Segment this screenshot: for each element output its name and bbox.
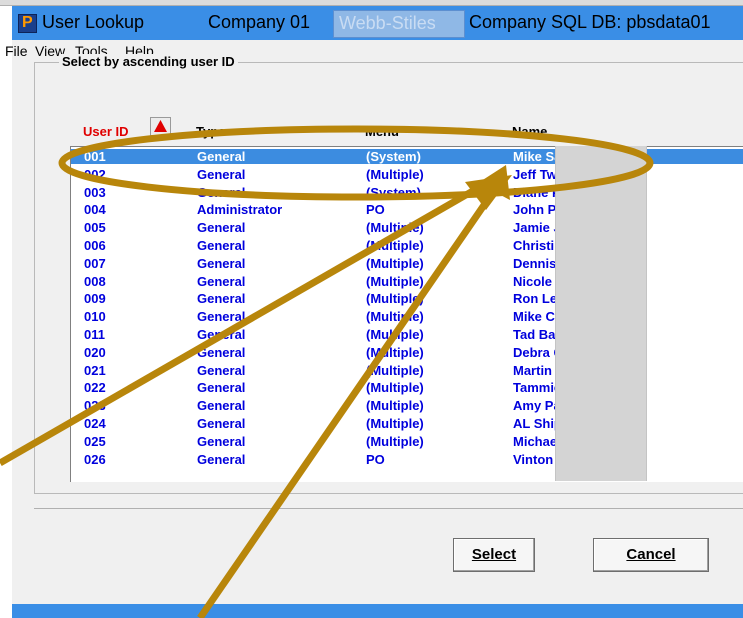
cell-userid: 002	[84, 166, 106, 182]
cell-type: General	[197, 327, 246, 342]
cell-menu: PO	[366, 451, 385, 467]
cell-menu: (System)	[366, 184, 421, 200]
cell-userid: 023	[84, 398, 106, 414]
cell-type: General	[197, 273, 246, 289]
cell-userid: 024	[84, 416, 106, 431]
cell-userid: 022	[84, 380, 106, 396]
redaction-mask	[555, 146, 647, 481]
cell-menu: (Multiple)	[366, 238, 424, 253]
col-header-name[interactable]: Name	[512, 124, 547, 139]
cell-userid: 008	[84, 273, 106, 289]
cell-menu: (Multiple)	[366, 220, 424, 236]
cell-type: General	[197, 380, 246, 396]
db-label: Company SQL DB: pbsdata01	[469, 12, 711, 32]
cell-userid: 011	[84, 327, 105, 342]
cell-menu: (Multiple)	[366, 273, 424, 289]
company-name-box: Webb-Stiles	[333, 10, 465, 38]
cell-type: General	[197, 291, 246, 307]
cell-userid: 001	[84, 149, 106, 164]
window-title: User Lookup	[42, 12, 145, 32]
cell-userid: 004	[84, 202, 106, 218]
cell-type: General	[197, 255, 246, 271]
select-button[interactable]: Select	[453, 538, 535, 572]
cell-menu: (Multiple)	[366, 398, 424, 414]
cell-type: General	[197, 433, 246, 449]
cell-type: General	[197, 184, 246, 200]
cell-menu: (System)	[366, 149, 421, 164]
col-header-userid[interactable]: User ID	[83, 124, 129, 139]
cell-menu: (Multiple)	[366, 255, 424, 271]
cell-menu: (Multiple)	[366, 433, 424, 449]
cell-type: General	[197, 416, 246, 431]
cell-type: General	[197, 309, 246, 325]
cell-menu: (Multiple)	[366, 344, 424, 360]
cell-type: General	[197, 166, 246, 182]
cell-userid: 026	[84, 451, 106, 467]
title-bar: P User Lookup Company 01 Webb-Stiles Com…	[12, 6, 743, 40]
cell-userid: 020	[84, 344, 106, 360]
cell-userid: 005	[84, 220, 106, 236]
app-logo-icon: P	[18, 14, 37, 33]
cell-userid: 009	[84, 291, 106, 307]
up-arrow-icon[interactable]	[150, 117, 172, 137]
cell-type: General	[197, 451, 246, 467]
col-header-type[interactable]: Type	[196, 124, 225, 139]
cell-menu: (Multiple)	[366, 380, 424, 396]
cell-type: General	[197, 344, 246, 360]
cell-type: General	[197, 362, 246, 378]
cell-menu: (Multiple)	[366, 416, 424, 431]
cell-menu: (Multiple)	[366, 362, 424, 378]
cell-userid: 010	[84, 309, 106, 325]
cell-type: General	[197, 238, 246, 253]
cell-type: General	[197, 398, 246, 414]
cell-menu: (Multiple)	[366, 291, 424, 307]
cancel-button[interactable]: Cancel	[593, 538, 709, 572]
cell-menu: (Multiple)	[366, 327, 424, 342]
cell-userid: 003	[84, 184, 106, 200]
company-name: Webb-Stiles	[339, 13, 436, 33]
col-header-menu[interactable]: Menu	[365, 124, 399, 139]
cell-userid: 025	[84, 433, 106, 449]
cell-type: General	[197, 149, 246, 164]
cell-type: Administrator	[197, 202, 283, 218]
cell-userid: 007	[84, 255, 106, 271]
group-title: Select by ascending user ID	[59, 54, 238, 69]
cell-menu: PO	[366, 202, 385, 218]
separator	[34, 508, 743, 509]
cell-menu: (Multiple)	[366, 309, 424, 325]
company-label: Company 01	[208, 12, 311, 32]
cell-userid: 021	[84, 362, 106, 378]
window-bottom-border	[12, 604, 743, 618]
menu-file[interactable]: File	[5, 43, 28, 59]
cell-menu: (Multiple)	[366, 166, 424, 182]
cell-type: General	[197, 220, 246, 236]
cell-userid: 006	[84, 238, 106, 253]
